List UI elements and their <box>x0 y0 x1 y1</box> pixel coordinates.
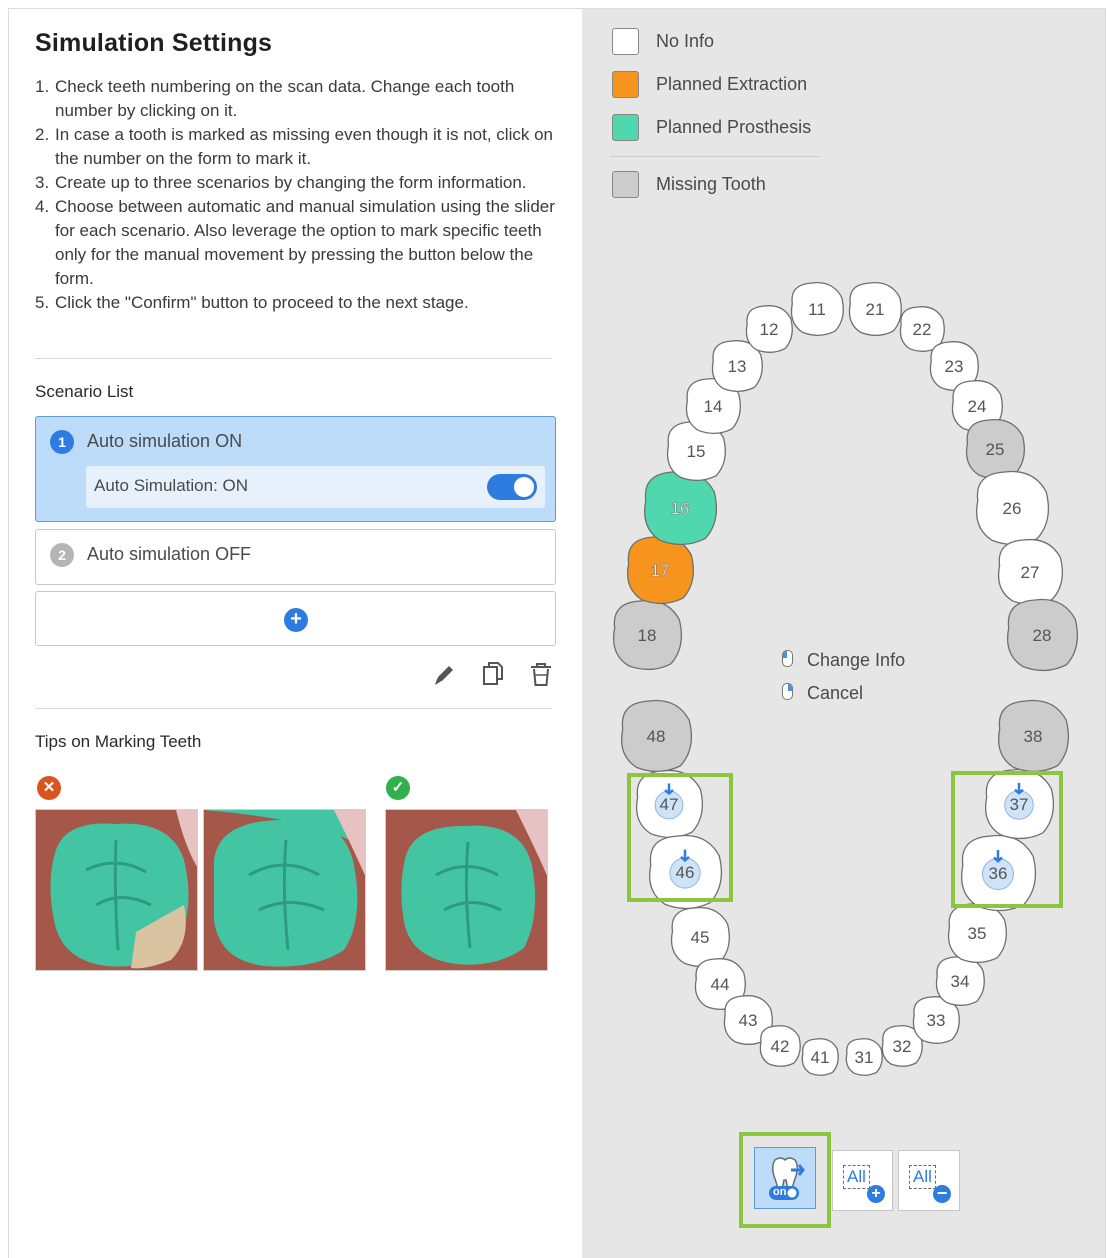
divider <box>35 358 552 359</box>
tooth-number-label: 15 <box>687 442 706 461</box>
tooth-18[interactable]: 18 <box>612 599 682 671</box>
tooth-number-label: 42 <box>771 1037 790 1056</box>
instruction-list: 1. Check teeth numbering on the scan data… <box>35 75 560 315</box>
tooth-42[interactable]: 42 <box>759 1025 801 1067</box>
tooth-number-label: 22 <box>913 320 932 339</box>
manual-toggle-label: on <box>773 1186 787 1198</box>
edit-icon[interactable] <box>430 659 458 689</box>
tooth-11[interactable]: 11 <box>790 282 844 336</box>
tooth-number-label: 38 <box>1024 727 1043 746</box>
tooth-38[interactable]: 38 <box>998 699 1069 773</box>
mark-all-button[interactable]: All + <box>832 1150 893 1211</box>
scenario-number-badge: 2 <box>50 543 74 567</box>
instruction-item: 3. Create up to three scenarios by changi… <box>35 173 527 192</box>
tooth-26[interactable]: 26 <box>976 470 1049 546</box>
panel-title: Simulation Settings <box>35 29 273 57</box>
toggle-knob <box>514 477 534 497</box>
plus-circle-icon: + <box>867 1185 885 1203</box>
instruction-item: 1. Check teeth numbering on the scan data… <box>35 77 515 120</box>
settings-panel: Simulation Settings 1. Check teeth number… <box>9 9 582 1258</box>
tooth-41[interactable]: 41 <box>801 1038 839 1076</box>
copy-icon[interactable] <box>479 659 507 689</box>
tooth-number-label: 21 <box>866 300 885 319</box>
tooth-number-label: 45 <box>691 928 710 947</box>
tooth-28[interactable]: 28 <box>1007 598 1078 672</box>
tooth-number-label: 25 <box>986 440 1005 459</box>
divider <box>35 708 552 709</box>
tooth-manual-movement-icon <box>769 1157 805 1200</box>
tip-image-incorrect <box>203 809 366 971</box>
add-scenario-button[interactable]: + <box>35 591 556 646</box>
scenario-title: Auto simulation OFF <box>87 544 252 564</box>
tip-image-incorrect <box>35 809 198 971</box>
instruction-item: 4. Choose between automatic and manual si… <box>35 197 555 288</box>
tooth-number-label: 18 <box>638 626 657 645</box>
tooth-number-label: 24 <box>968 397 987 416</box>
tooth-number-label: 14 <box>704 397 723 416</box>
minus-circle-icon: − <box>933 1184 951 1203</box>
tooth-31[interactable]: 31 <box>845 1038 883 1076</box>
scenario-title: Auto simulation ON <box>87 431 243 451</box>
tooth-number-label: 28 <box>1033 626 1052 645</box>
tooth-number-label: 13 <box>728 357 747 376</box>
tooth-34[interactable]: 34 <box>935 956 985 1006</box>
tooth-16[interactable]: 16 <box>644 470 717 546</box>
tooth-number-label: 23 <box>945 357 964 376</box>
tooth-21[interactable]: 21 <box>848 282 902 336</box>
tooth-number-label: 44 <box>711 975 730 994</box>
delete-icon[interactable] <box>527 659 555 689</box>
tooth-chart: 1817161514131211 212223242526272848474645… <box>612 282 1078 1076</box>
tooth-number-label: 34 <box>951 972 970 991</box>
tooth-number-label: 16 <box>671 499 690 518</box>
tooth-number-label: 26 <box>1003 499 1022 518</box>
tips-label: Tips on Marking Teeth <box>35 732 202 751</box>
scenario-item-2[interactable]: 2 Auto simulation OFF <box>35 529 556 585</box>
tooth-number-label: 41 <box>811 1048 830 1067</box>
tooth-17[interactable]: 17 <box>626 535 694 605</box>
x-circle-icon: ✕ <box>37 776 61 800</box>
tooth-number-label: 35 <box>968 924 987 943</box>
manual-highlight-right <box>951 771 1063 908</box>
tooth-number-label: 32 <box>893 1037 912 1056</box>
scenario-item-1[interactable]: 1 Auto simulation ON Auto Simulation: ON <box>35 416 556 522</box>
tooth-48[interactable]: 48 <box>621 699 692 773</box>
check-circle-icon: ✓ <box>386 776 410 800</box>
manual-highlight-left <box>627 773 733 902</box>
tooth-number-label: 31 <box>855 1048 874 1067</box>
instruction-item: 2. In case a tooth is marked as missing e… <box>35 125 553 168</box>
scenario-list-label: Scenario List <box>35 382 134 401</box>
plus-circle-icon: + <box>284 608 308 632</box>
auto-simulation-row: Auto Simulation: ON <box>86 466 545 508</box>
mark-all-label: All <box>843 1165 870 1189</box>
tooth-45[interactable]: 45 <box>670 906 730 968</box>
manual-movement-toggle-button[interactable]: on <box>754 1147 816 1209</box>
tooth-number-label: 27 <box>1021 563 1040 582</box>
tooth-25[interactable]: 25 <box>965 418 1025 480</box>
unmark-all-button[interactable]: All − <box>898 1150 960 1211</box>
tooth-27[interactable]: 27 <box>997 538 1063 606</box>
tooth-number-label: 17 <box>651 561 670 580</box>
tooth-35[interactable]: 35 <box>947 902 1007 964</box>
unmark-all-label: All <box>909 1165 936 1189</box>
tooth-12[interactable]: 12 <box>745 305 793 353</box>
tip-image-correct <box>385 809 548 971</box>
tooth-number-label: 48 <box>647 727 666 746</box>
instruction-item: 5. Click the "Confirm" button to proceed … <box>35 293 469 312</box>
tooth-number-label: 11 <box>808 300 826 319</box>
scenario-number-badge: 1 <box>50 430 74 454</box>
auto-simulation-label: Auto Simulation: ON <box>94 476 249 495</box>
tooth-chart-panel: No Info Planned Extraction Planned Prost… <box>582 9 1105 1258</box>
tooth-number-label: 33 <box>927 1011 946 1030</box>
auto-simulation-toggle[interactable] <box>487 474 537 500</box>
tooth-number-label: 43 <box>739 1011 758 1030</box>
tooth-number-label: 12 <box>760 320 779 339</box>
